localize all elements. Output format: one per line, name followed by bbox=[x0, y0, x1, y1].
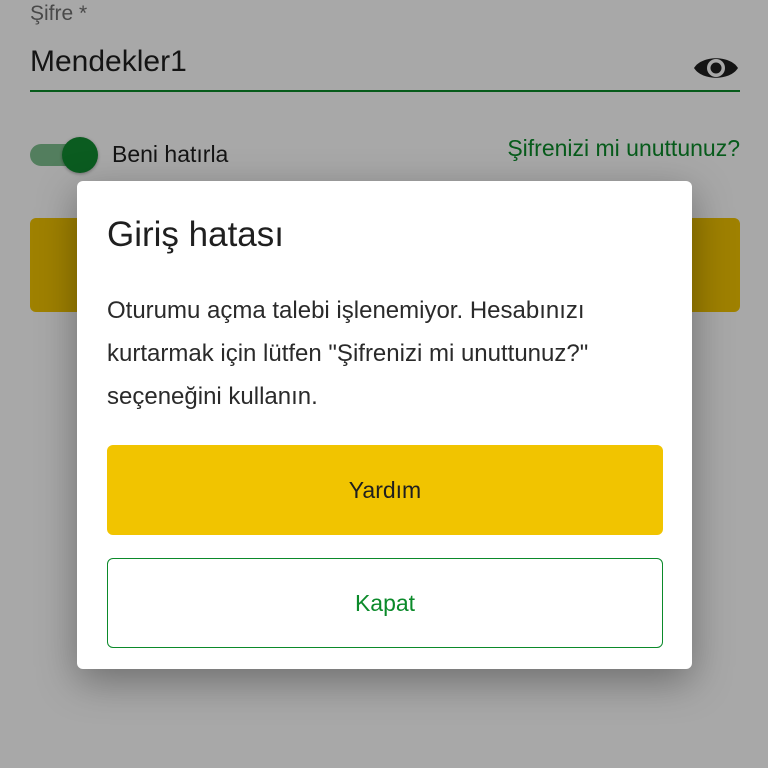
login-error-dialog: Giriş hatası Oturumu açma talebi işlenem… bbox=[77, 181, 692, 669]
dialog-message: Oturumu açma talebi işlenemiyor. Hesabın… bbox=[107, 297, 589, 410]
dialog-title: Giriş hatası bbox=[107, 215, 284, 254]
help-button[interactable]: Yardım bbox=[107, 445, 663, 535]
close-button[interactable]: Kapat bbox=[107, 558, 663, 648]
